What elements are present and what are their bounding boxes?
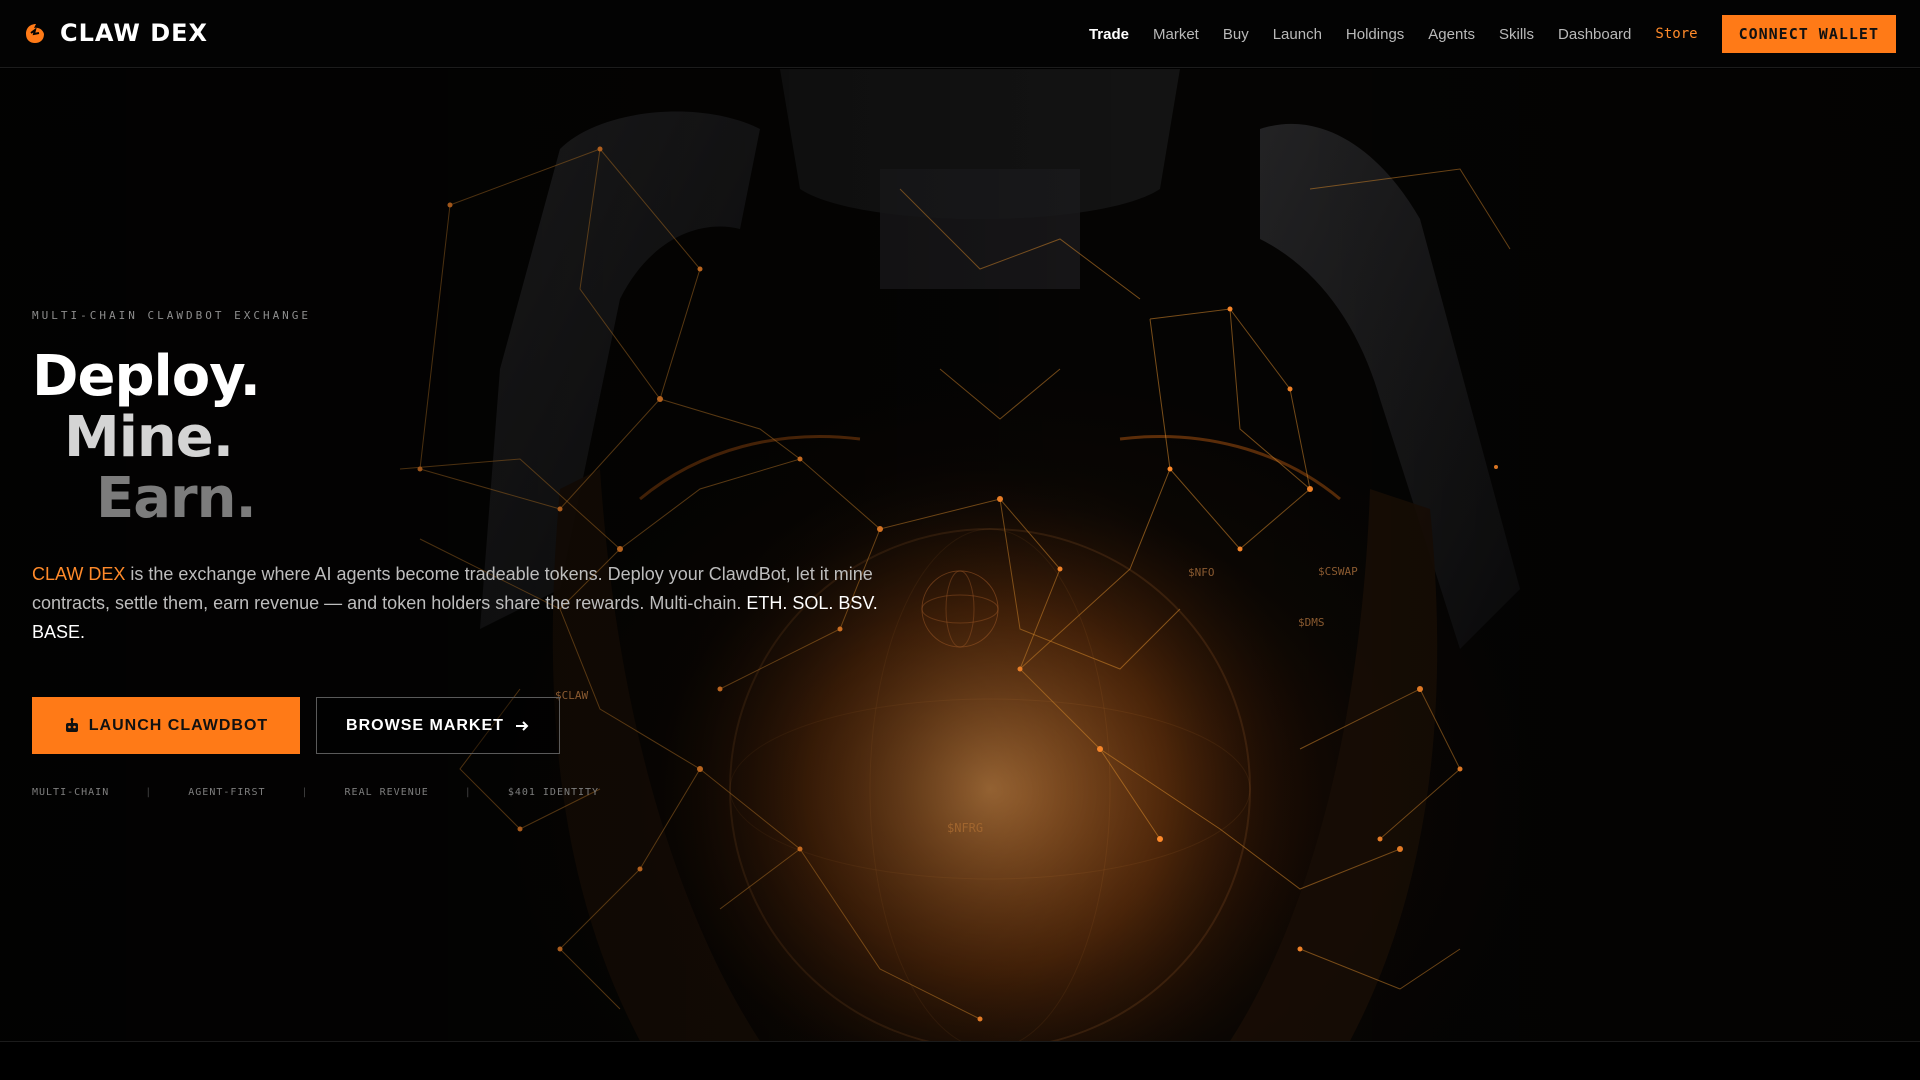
feature-identity: $401 IDENTITY <box>507 787 600 798</box>
launch-clawdbot-button[interactable]: LAUNCH CLAWDBOT <box>32 697 300 754</box>
claw-logo-icon <box>26 24 44 43</box>
nav-links: Trade Market Buy Launch Holdings Agents … <box>1089 0 1896 68</box>
feature-divider: | <box>145 787 153 798</box>
browse-market-label: BROWSE MARKET <box>346 716 504 734</box>
nav-agents[interactable]: Agents <box>1428 26 1475 43</box>
nav-trade[interactable]: Trade <box>1089 26 1129 43</box>
token-label: $CSWAP <box>1318 565 1358 578</box>
footer-strip <box>0 1041 1920 1080</box>
hero-headline: Deploy. Mine. Earn. <box>32 344 261 531</box>
feature-divider: | <box>464 787 472 798</box>
headline-line-mine: Mine. <box>64 405 234 470</box>
token-label: $NFO <box>1188 566 1215 579</box>
nav-buy[interactable]: Buy <box>1223 26 1249 43</box>
brand-name: CLAW DEX <box>60 19 209 47</box>
nav-market[interactable]: Market <box>1153 26 1199 43</box>
hero-section: $CLAW $NFRG $DMS $CSWAP $NFO <box>0 69 1920 1041</box>
hero-eyebrow: MULTI-CHAIN CLAWDBOT EXCHANGE <box>32 309 312 322</box>
nav-dashboard[interactable]: Dashboard <box>1558 26 1631 43</box>
headline-line-earn: Earn. <box>96 466 257 531</box>
token-label: $DMS <box>1298 616 1325 629</box>
feature-divider: | <box>301 787 309 798</box>
token-label: $NFRG <box>947 821 984 835</box>
feature-agent-first: AGENT-FIRST <box>188 787 266 798</box>
robot-icon <box>65 717 78 732</box>
nav-skills[interactable]: Skills <box>1499 26 1534 43</box>
hero-shade <box>0 69 1920 1041</box>
nav-holdings[interactable]: Holdings <box>1346 26 1404 43</box>
description-brand[interactable]: CLAW DEX <box>32 564 125 584</box>
headline-line-deploy: Deploy. <box>32 344 261 409</box>
nav-launch[interactable]: Launch <box>1273 26 1322 43</box>
feature-multi-chain: MULTI-CHAIN <box>32 787 110 798</box>
browse-market-button[interactable]: BROWSE MARKET <box>316 697 560 754</box>
top-nav: CLAW DEX Trade Market Buy Launch Holding… <box>0 0 1920 68</box>
feature-real-revenue: REAL REVENUE <box>344 787 429 798</box>
brand[interactable]: CLAW DEX <box>22 19 208 47</box>
connect-wallet-button[interactable]: CONNECT WALLET <box>1721 15 1896 53</box>
nav-store[interactable]: Store <box>1655 26 1697 42</box>
launch-clawdbot-label: LAUNCH CLAWDBOT <box>88 716 269 734</box>
feature-tags: MULTI-CHAIN | AGENT-FIRST | REAL REVENUE… <box>32 787 599 798</box>
arrow-right-icon <box>515 720 529 731</box>
hero-description: CLAW DEX is the exchange where AI agents… <box>32 560 912 647</box>
